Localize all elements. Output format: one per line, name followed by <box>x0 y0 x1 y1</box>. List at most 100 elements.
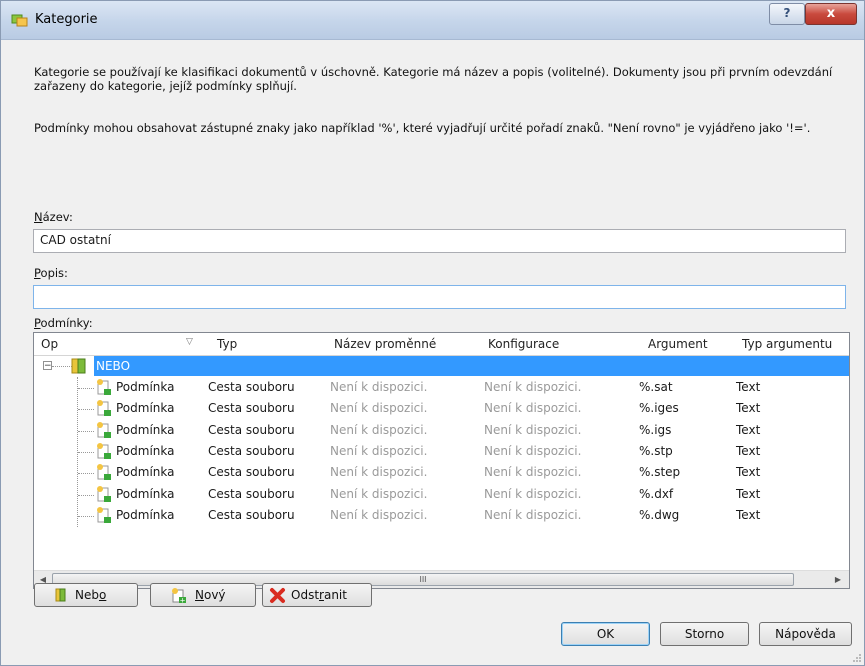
or-group-icon <box>55 588 66 602</box>
argument-cell: %.dxf <box>639 486 674 501</box>
config-cell: Není k dispozici. <box>484 486 582 501</box>
arg-type-cell: Text <box>736 443 761 458</box>
arg-type-cell: Text <box>736 465 761 480</box>
tree-line <box>78 430 94 432</box>
tree-line <box>78 515 94 517</box>
variable-cell: Není k dispozici. <box>330 465 428 480</box>
table-row[interactable]: Podmínka Cesta souboru Není k dispozici. Ne… <box>34 441 849 462</box>
ok-label: OK <box>596 627 615 641</box>
column-header-argument[interactable]: Argument <box>648 337 708 351</box>
condition-icon <box>97 421 111 438</box>
type-cell: Cesta souboru <box>208 486 295 501</box>
description-label: Popis: <box>34 266 68 280</box>
close-button[interactable]: x <box>805 3 857 25</box>
scroll-right-icon[interactable]: ▶ <box>831 573 845 587</box>
type-cell: Cesta souboru <box>208 443 295 458</box>
arg-type-cell: Text <box>736 507 761 522</box>
new-condition-icon: + <box>172 588 186 605</box>
cancel-label: Storno <box>684 627 725 641</box>
op-cell: Podmínka <box>116 486 175 501</box>
op-cell: Podmínka <box>116 465 175 480</box>
table-row[interactable]: Podmínka Cesta souboru Není k dispozici. Ne… <box>34 462 849 483</box>
type-cell: Cesta souboru <box>208 380 295 394</box>
argument-cell: %.sat <box>639 380 673 394</box>
op-cell: Podmínka <box>116 443 175 458</box>
arg-type-cell: Text <box>736 422 761 437</box>
tree-line <box>78 409 94 411</box>
table-row[interactable]: Podmínka Cesta souboru Není k dispozici. Ne… <box>34 420 849 441</box>
title-bar: Kategorie ? x <box>1 1 864 40</box>
column-header-op[interactable]: Op <box>41 337 58 351</box>
argument-cell: %.iges <box>639 401 679 416</box>
ok-button[interactable]: OK <box>561 622 650 646</box>
variable-cell: Není k dispozici. <box>330 486 428 501</box>
condition-icon <box>97 464 111 481</box>
op-cell: Podmínka <box>116 380 175 394</box>
condition-icon <box>97 400 111 417</box>
condition-icon <box>97 485 111 502</box>
arg-type-cell: Text <box>736 380 761 394</box>
column-header-type[interactable]: Typ <box>217 337 237 351</box>
intro-paragraph-1: Kategorie se používají ke klasifikaci do… <box>34 65 833 93</box>
tree-line <box>78 388 94 389</box>
new-condition-button[interactable]: + Nový <box>150 583 256 607</box>
help-title-button[interactable]: ? <box>769 3 805 25</box>
column-header-arg-type[interactable]: Typ argumentu <box>742 337 832 351</box>
delete-x-icon <box>270 588 285 603</box>
tree-line <box>78 494 94 496</box>
add-or-label: Nebo <box>75 588 107 602</box>
conditions-label: Podmínky: <box>34 316 93 330</box>
argument-cell: %.stp <box>639 443 673 458</box>
group-label: NEBO <box>96 359 131 373</box>
add-or-button[interactable]: Nebo <box>34 583 138 607</box>
table-row[interactable]: Podmínka Cesta souboru Není k dispozici. Ne… <box>34 484 849 505</box>
remove-label: Odstranit <box>291 588 347 602</box>
column-header-variable[interactable]: Název proměnné <box>334 337 436 351</box>
collapse-toggle-icon[interactable]: − <box>43 361 52 371</box>
category-dialog: Kategorie ? x Kategorie se používají ke … <box>0 0 865 666</box>
argument-cell: %.step <box>639 465 681 480</box>
help-button[interactable]: Nápověda <box>759 622 852 646</box>
type-cell: Cesta souboru <box>208 507 295 522</box>
name-field[interactable]: CAD ostatní <box>33 229 846 253</box>
name-label: Název: <box>34 210 73 224</box>
table-row[interactable]: Podmínka Cesta souboru Není k dispozici. Ne… <box>34 398 849 419</box>
or-group-icon <box>71 358 86 374</box>
sort-arrow-icon: ▽ <box>186 337 193 347</box>
new-condition-label: Nový <box>195 588 226 602</box>
group-row-selected[interactable]: NEBO <box>94 356 849 376</box>
variable-cell: Není k dispozici. <box>330 507 428 522</box>
op-cell: Podmínka <box>116 401 175 416</box>
argument-cell: %.dwg <box>639 507 680 522</box>
config-cell: Není k dispozici. <box>484 443 582 458</box>
table-row[interactable]: Podmínka Cesta souboru Není k dispozici. Ne… <box>34 505 849 526</box>
op-cell: Podmínka <box>116 507 175 522</box>
config-cell: Není k dispozici. <box>484 422 582 437</box>
variable-cell: Není k dispozici. <box>330 380 428 394</box>
intro-paragraph-2: Podmínky mohou obsahovat zástupné znaky … <box>34 121 811 135</box>
type-cell: Cesta souboru <box>208 422 295 437</box>
condition-icon <box>97 506 111 523</box>
conditions-grid[interactable]: Op ▽ Typ Název proměnné Konfigurace Argu… <box>33 332 850 589</box>
remove-button[interactable]: Odstranit <box>262 583 372 607</box>
tree-line <box>78 451 94 453</box>
table-row[interactable]: Podmínka Cesta souboru Není k dispozici. Ne… <box>34 377 849 398</box>
config-cell: Není k dispozici. <box>484 380 582 394</box>
grid-header: Op ▽ Typ Název proměnné Konfigurace Argu… <box>34 333 849 356</box>
resize-grip-icon[interactable] <box>852 653 862 663</box>
category-app-icon <box>11 14 28 27</box>
argument-cell: %.igs <box>639 422 672 437</box>
cancel-button[interactable]: Storno <box>660 622 749 646</box>
help-label: Nápověda <box>775 627 836 641</box>
column-header-config[interactable]: Konfigurace <box>488 337 559 351</box>
config-cell: Není k dispozici. <box>484 465 582 480</box>
arg-type-cell: Text <box>736 401 761 416</box>
arg-type-cell: Text <box>736 486 761 501</box>
type-cell: Cesta souboru <box>208 401 295 416</box>
window-title: Kategorie <box>35 12 98 27</box>
variable-cell: Není k dispozici. <box>330 443 428 458</box>
condition-icon <box>97 442 111 459</box>
condition-icon <box>97 379 111 395</box>
description-field[interactable] <box>33 285 846 309</box>
svg-text:+: + <box>180 597 186 605</box>
